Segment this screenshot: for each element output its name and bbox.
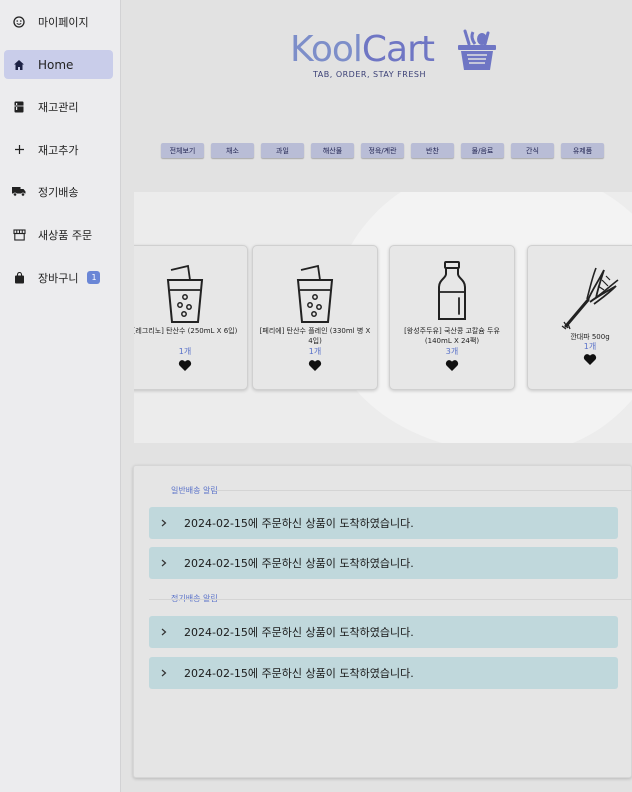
- category-meat-eggs[interactable]: 정육/계란: [361, 143, 404, 158]
- regular-notification-row[interactable]: 2024-02-15에 주문하신 상품이 도착하였습니다.: [149, 616, 618, 648]
- chevron-right-icon: [159, 559, 169, 567]
- chevron-right-icon: [159, 519, 169, 527]
- app-logo[interactable]: KoolCart TAB, ORDER, STAY FRESH: [290, 28, 506, 84]
- general-notification-row[interactable]: 2024-02-15에 주문하신 상품이 도착하였습니다.: [149, 547, 618, 579]
- category-bar: 전체보기 채소 과일 해산물 정육/계란 반찬 물/음료 간식 유제품: [161, 143, 611, 158]
- sidebar-item-label: 새상품 주문: [38, 228, 93, 242]
- home-icon: [12, 58, 26, 72]
- sidebar-item-label: 정기배송: [38, 185, 79, 199]
- notification-text: 2024-02-15에 주문하신 상품이 도착하였습니다.: [184, 667, 414, 680]
- sidebar-item-label: 마이페이지: [38, 15, 89, 29]
- regular-notification-row[interactable]: 2024-02-15에 주문하신 상품이 도착하였습니다.: [149, 657, 618, 689]
- heart-icon[interactable]: [390, 359, 514, 372]
- truck-icon: [12, 185, 26, 199]
- product-quantity: 1개: [178, 347, 192, 356]
- notification-text: 2024-02-15에 주문하신 상품이 도착하였습니다.: [184, 626, 414, 639]
- logo-tagline: TAB, ORDER, STAY FRESH: [313, 70, 426, 79]
- milk-bottle-icon: [390, 260, 514, 326]
- heart-icon[interactable]: [253, 359, 377, 372]
- notification-text: 2024-02-15에 주문하신 상품이 도착하였습니다.: [184, 517, 414, 530]
- sidebar-item-home[interactable]: Home: [4, 50, 113, 79]
- sidebar-item-inventory[interactable]: 재고관리: [4, 92, 113, 121]
- product-card[interactable]: 깐대파 500g 1개: [527, 245, 632, 390]
- sidebar-item-label: 장바구니: [38, 271, 79, 285]
- category-fruits[interactable]: 과일: [261, 143, 304, 158]
- product-name: [왕성주두유] 국산콩 고칼슘 두유 (140mL X 24팩): [404, 327, 500, 345]
- category-vegetables[interactable]: 채소: [211, 143, 254, 158]
- divider: [216, 490, 632, 491]
- bag-icon: [12, 271, 26, 285]
- soda-glass-icon: [134, 260, 247, 326]
- sidebar-item-regular-delivery[interactable]: 정기배송: [4, 177, 113, 206]
- category-side-dishes[interactable]: 반찬: [411, 143, 454, 158]
- store-icon: [12, 228, 26, 242]
- sidebar-item-new-order[interactable]: 새상품 주문: [4, 220, 113, 249]
- chevron-right-icon: [159, 628, 169, 636]
- heart-icon[interactable]: [134, 359, 247, 372]
- category-all[interactable]: 전체보기: [161, 143, 204, 158]
- fridge-icon: [12, 100, 26, 114]
- sidebar-item-cart[interactable]: 장바구니 1: [4, 263, 113, 292]
- sidebar-item-mypage[interactable]: 마이페이지: [4, 7, 113, 36]
- notification-panel: 일반배송 알림 2024-02-15에 주문하신 상품이 도착하였습니다. 20…: [133, 465, 632, 778]
- product-name: [레그리노] 탄산수 (250mL X 6입): [134, 327, 238, 335]
- sidebar: 마이페이지 Home 재고관리 재고추가 정기배송 새상품 주문 장바구니 1: [0, 0, 121, 792]
- plus-icon: [12, 143, 26, 157]
- soda-glass-icon: [253, 260, 377, 326]
- logo-cart: Cart: [361, 29, 435, 70]
- product-card[interactable]: [페리에] 탄산수 플레인 (330ml 병 X 4입) 1개: [252, 245, 378, 390]
- divider: [149, 599, 632, 600]
- category-dairy[interactable]: 유제품: [561, 143, 604, 158]
- product-name: [페리에] 탄산수 플레인 (330ml 병 X 4입): [259, 327, 371, 345]
- heart-icon[interactable]: [528, 353, 632, 366]
- category-seafood[interactable]: 해산물: [311, 143, 354, 158]
- sidebar-item-label: 재고관리: [38, 100, 79, 114]
- grocery-basket-icon: [455, 28, 499, 78]
- green-onion-icon: [528, 264, 632, 330]
- category-snacks[interactable]: 간식: [511, 143, 554, 158]
- general-notification-row[interactable]: 2024-02-15에 주문하신 상품이 도착하였습니다.: [149, 507, 618, 539]
- logo-wordmark: KoolCart: [290, 28, 435, 72]
- product-quantity: 3개: [445, 347, 459, 356]
- product-card[interactable]: [레그리노] 탄산수 (250mL X 6입) 1개: [134, 245, 248, 390]
- product-card[interactable]: [왕성주두유] 국산콩 고칼슘 두유 (140mL X 24팩) 3개: [389, 245, 515, 390]
- category-drinks[interactable]: 물/음료: [461, 143, 504, 158]
- sidebar-item-label: 재고추가: [38, 143, 79, 157]
- sidebar-item-label: Home: [38, 57, 74, 72]
- chevron-right-icon: [159, 669, 169, 677]
- cart-count-badge: 1: [87, 271, 101, 284]
- general-delivery-title: 일반배송 알림: [171, 486, 218, 495]
- sidebar-item-add-stock[interactable]: 재고추가: [4, 135, 113, 164]
- smiley-icon: [12, 15, 26, 29]
- product-quantity: 1개: [308, 347, 322, 356]
- logo-kool: Kool: [290, 29, 363, 70]
- notification-text: 2024-02-15에 주문하신 상품이 도착하였습니다.: [184, 557, 414, 570]
- product-carousel[interactable]: [레그리노] 탄산수 (250mL X 6입) 1개 [페리에] 탄산수 플레인…: [134, 192, 632, 443]
- product-quantity: 1개: [583, 342, 597, 351]
